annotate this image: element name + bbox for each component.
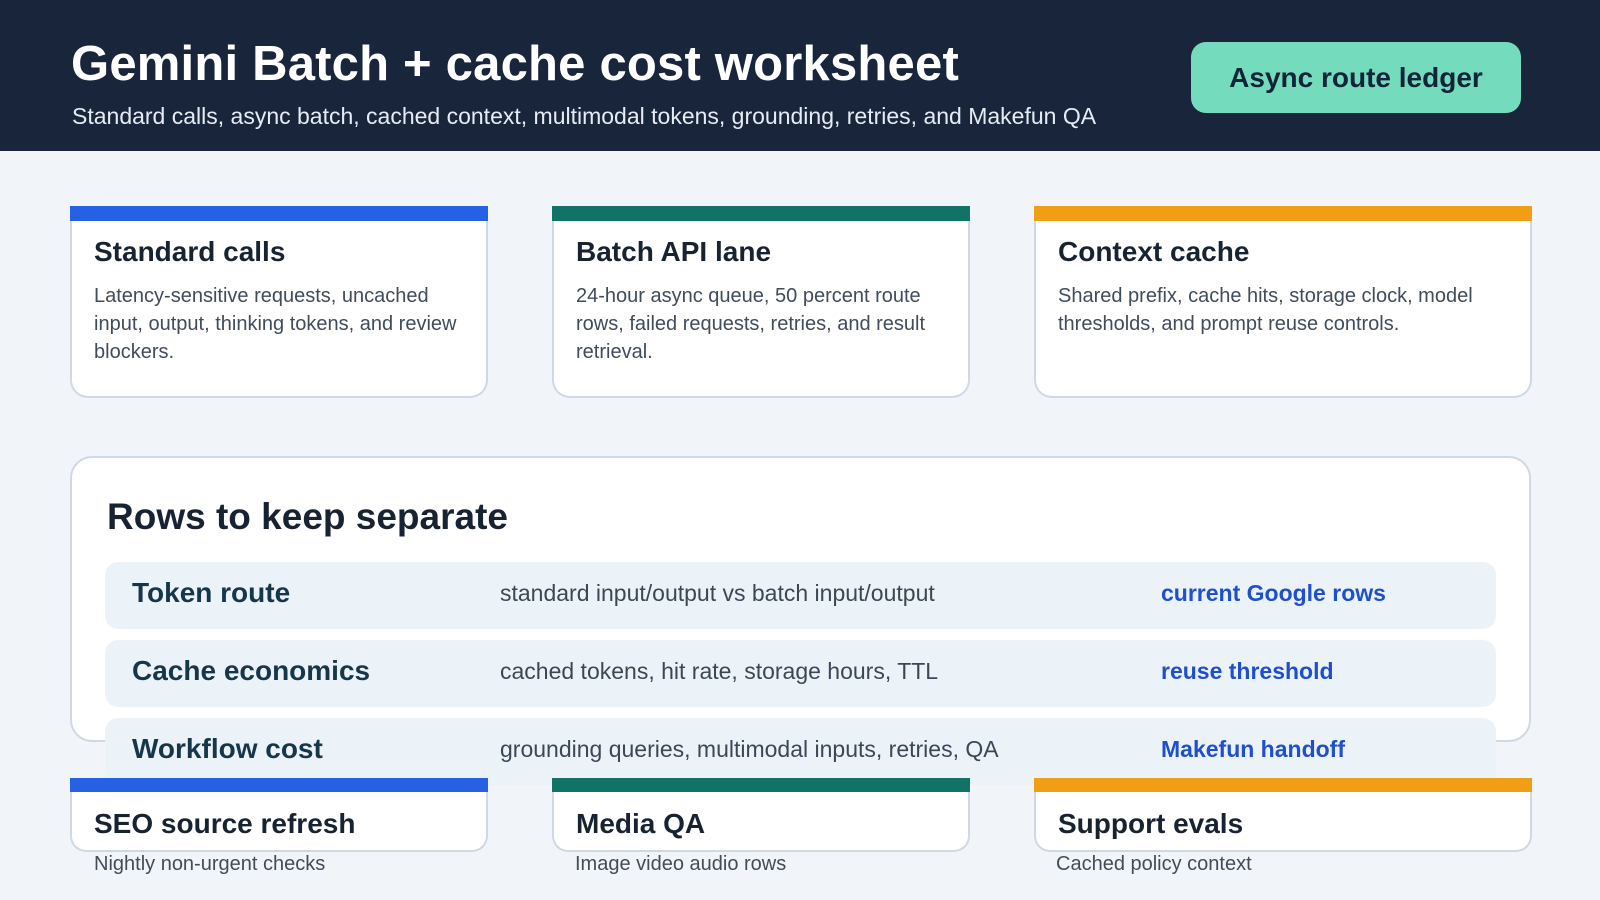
card-accent-bar [70, 778, 488, 792]
card-accent-bar [552, 206, 970, 221]
row-label: Cache economics [132, 655, 371, 686]
card-standard-calls: Standard calls Latency-sensitive request… [70, 206, 488, 398]
use-case-caption: Image video audio rows [575, 853, 787, 875]
use-case-seo-source-refresh: SEO source refresh [70, 778, 488, 852]
card-title: Context cache [1058, 236, 1250, 267]
page-header: Gemini Batch + cache cost worksheet Stan… [0, 0, 1600, 151]
use-case-title: Support evals [1058, 808, 1244, 839]
row-description: standard input/output vs batch input/out… [500, 580, 935, 606]
card-description: 24-hour async queue, 50 percent route ro… [576, 285, 926, 363]
use-case-media-qa: Media QA [552, 778, 970, 852]
async-route-ledger-badge[interactable]: Async route ledger [1191, 42, 1521, 113]
card-description: Shared prefix, cache hits, storage clock… [1058, 285, 1473, 335]
card-accent-bar [1034, 778, 1532, 792]
card-accent-bar [70, 206, 488, 221]
worksheet-page: Gemini Batch + cache cost worksheet Stan… [0, 0, 1600, 900]
row-link-makefun-handoff[interactable]: Makefun handoff [1161, 736, 1345, 763]
card-context-cache: Context cache Shared prefix, cache hits,… [1034, 206, 1532, 398]
card-batch-api-lane: Batch API lane 24-hour async queue, 50 p… [552, 206, 970, 398]
row-token-route: Token route standard input/output vs bat… [105, 562, 1496, 629]
use-case-caption: Cached policy context [1056, 853, 1252, 875]
row-link-current-google-rows[interactable]: current Google rows [1161, 580, 1386, 607]
row-description: cached tokens, hit rate, storage hours, … [500, 658, 939, 684]
page-subtitle: Standard calls, async batch, cached cont… [72, 103, 1097, 129]
card-title: Standard calls [94, 236, 286, 267]
row-cache-economics: Cache economics cached tokens, hit rate,… [105, 640, 1496, 707]
row-description: grounding queries, multimodal inputs, re… [500, 736, 999, 762]
row-label: Token route [132, 577, 291, 608]
row-label: Workflow cost [132, 733, 323, 764]
use-case-title: SEO source refresh [94, 808, 356, 839]
card-title: Batch API lane [576, 236, 772, 267]
use-case-support-evals: Support evals [1034, 778, 1532, 852]
card-accent-bar [1034, 206, 1532, 221]
rows-panel-title: Rows to keep separate [107, 496, 508, 537]
card-accent-bar [552, 778, 970, 792]
use-case-caption: Nightly non-urgent checks [94, 853, 326, 875]
page-title: Gemini Batch + cache cost worksheet [71, 37, 959, 91]
row-link-reuse-threshold[interactable]: reuse threshold [1161, 658, 1334, 685]
card-description: Latency-sensitive requests, uncached inp… [94, 285, 457, 363]
row-workflow-cost: Workflow cost grounding queries, multimo… [105, 718, 1496, 785]
use-case-title: Media QA [576, 808, 706, 839]
